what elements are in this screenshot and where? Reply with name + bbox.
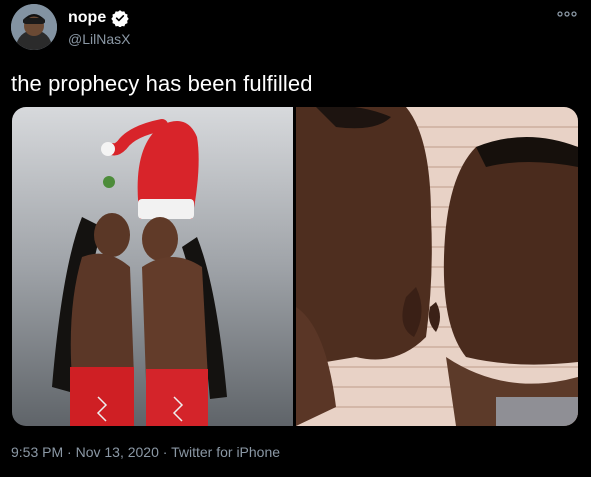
display-name[interactable]: nope [68, 9, 106, 27]
avatar-image [11, 4, 57, 50]
more-options-icon[interactable] [555, 6, 579, 22]
author-handle[interactable]: @LilNasX [68, 31, 130, 47]
tweet-time[interactable]: 9:53 PM [11, 444, 63, 460]
tweet-text: the prophecy has been fulfilled [11, 71, 313, 96]
tweet-meta: 9:53 PM · Nov 13, 2020 · Twitter for iPh… [11, 444, 280, 460]
tweet-media[interactable] [12, 107, 578, 426]
meta-separator: · [63, 444, 76, 460]
verified-badge-icon [111, 9, 129, 27]
avatar[interactable] [11, 4, 57, 50]
meta-separator: · [158, 444, 172, 460]
tweet-card: nope @LilNasX the prophecy has been fulf… [0, 0, 591, 477]
media-photo-right[interactable] [296, 107, 578, 426]
author-name-row: nope [68, 9, 129, 27]
tweet-source[interactable]: Twitter for iPhone [171, 444, 280, 460]
tweet-date[interactable]: Nov 13, 2020 [76, 444, 159, 460]
media-photo-left[interactable] [12, 107, 293, 426]
